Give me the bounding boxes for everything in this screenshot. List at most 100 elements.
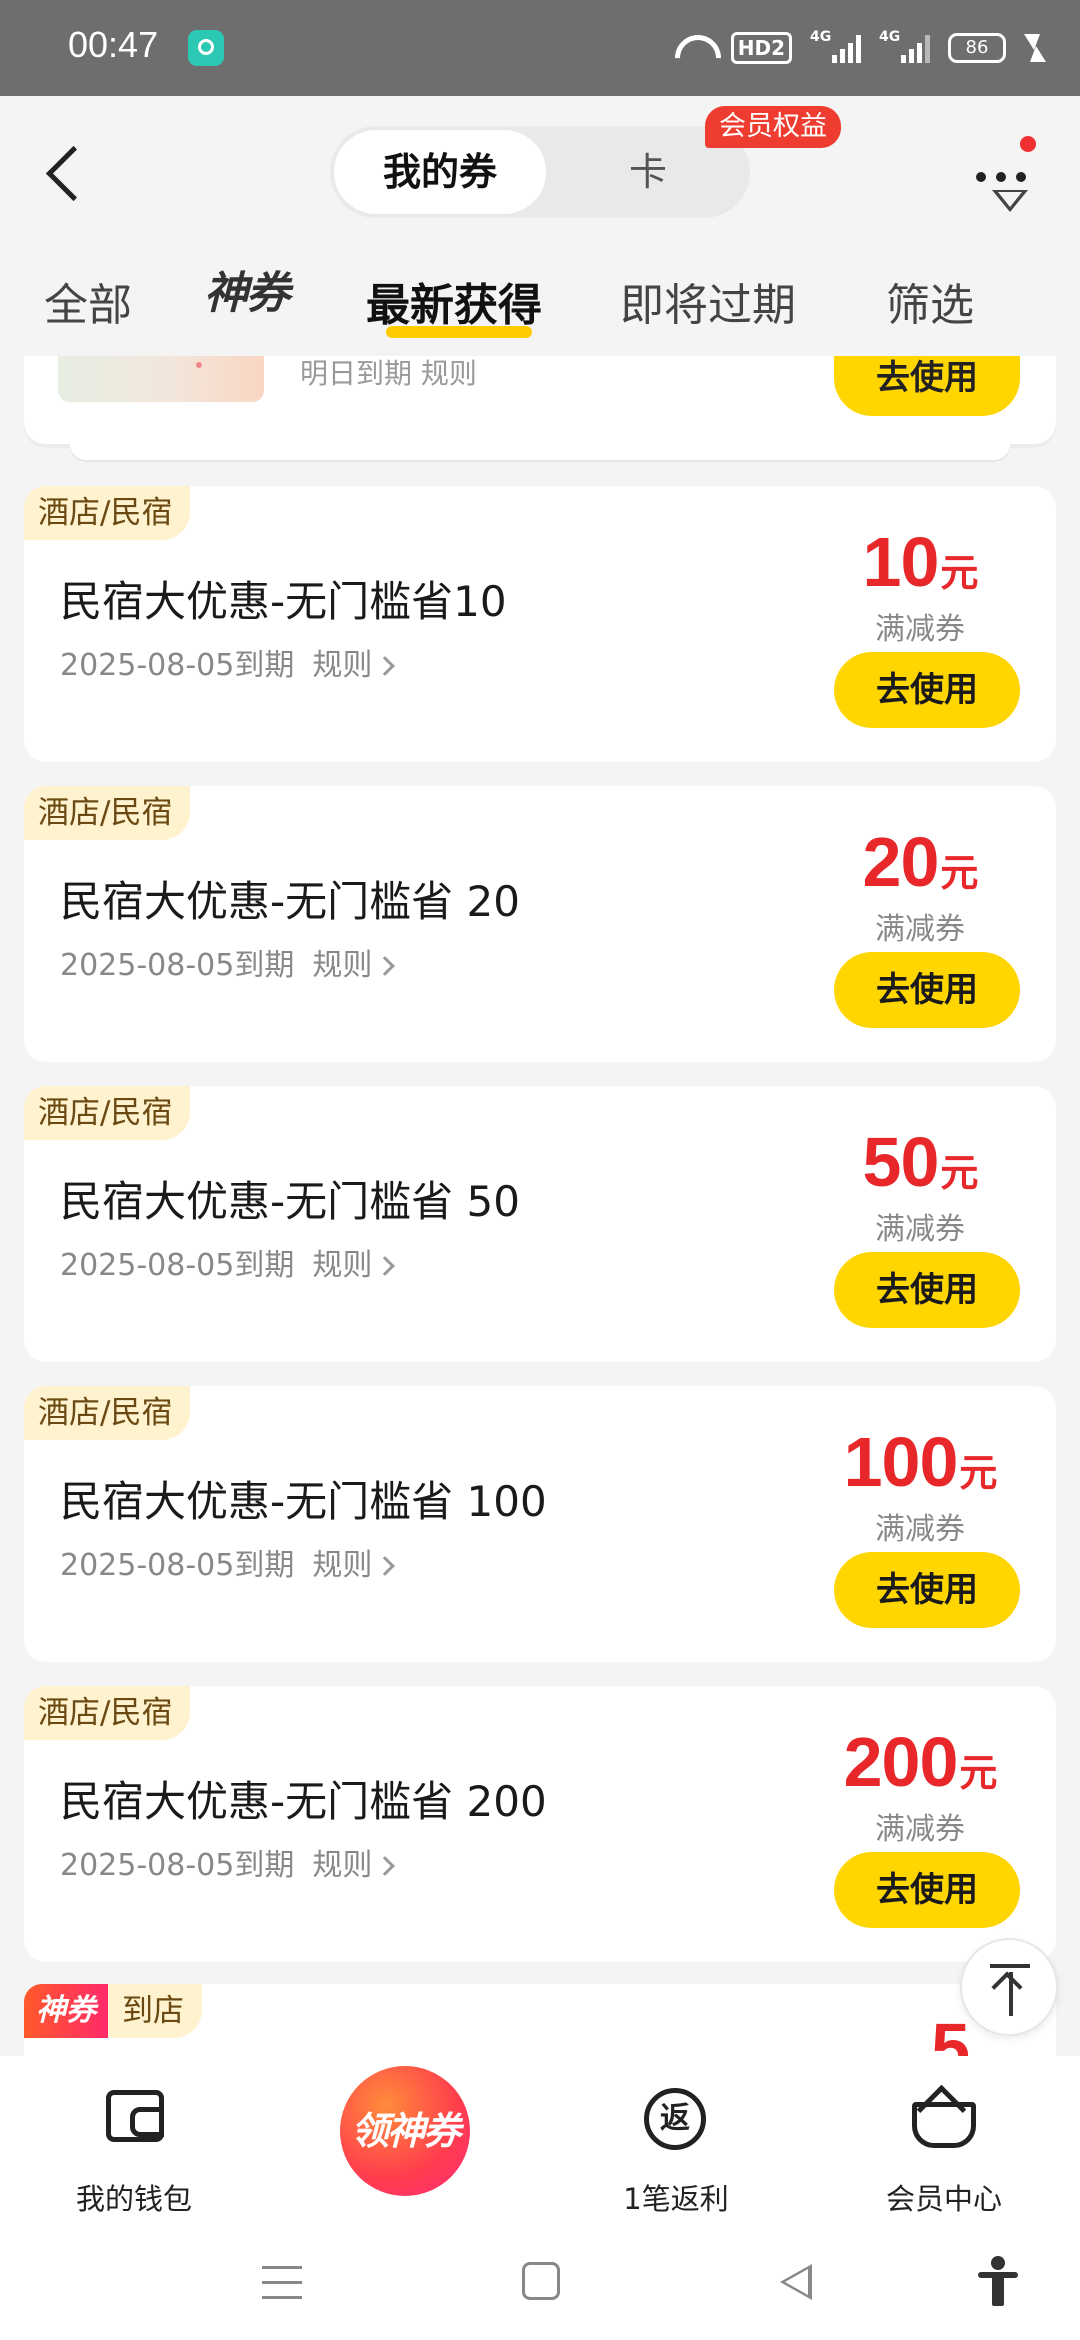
coupon-amount: 200元 bbox=[843, 1723, 998, 1801]
chevron-right-icon bbox=[375, 956, 396, 976]
rules-link[interactable]: 规则 bbox=[312, 1548, 372, 1583]
coupon-card[interactable]: 酒店/民宿 民宿大优惠-无门槛省 100 2025-08-05到期 规则 100元… bbox=[24, 1386, 1056, 1662]
coupon-expiry: 明日到期 规则 bbox=[300, 357, 477, 390]
network-label-2: 4G bbox=[879, 29, 901, 45]
battery-icon: 86 bbox=[948, 33, 1006, 63]
coupon-value: 100元 满减券 bbox=[820, 1422, 1020, 1550]
network-label: 4G bbox=[810, 29, 832, 45]
chevron-right-icon bbox=[375, 656, 396, 676]
wifi-icon bbox=[673, 33, 713, 63]
home-icon[interactable] bbox=[522, 2262, 560, 2300]
nav-rebate-label: 1笔返利 bbox=[623, 2182, 729, 2216]
coupon-amount: 5 bbox=[931, 2009, 970, 2056]
charging-icon bbox=[1024, 34, 1046, 62]
coupon-type: 满减券 bbox=[875, 1812, 965, 1847]
coupon-list: 明日到期 规则 去使用 酒店/民宿 民宿大优惠-无门槛省10 2025-08-0… bbox=[0, 356, 1080, 2056]
coupon-meta: 2025-08-05到期 规则 bbox=[60, 940, 396, 984]
rules-link[interactable]: 规则 bbox=[312, 1848, 372, 1883]
chevron-right-icon bbox=[375, 1556, 396, 1576]
coupon-thumbnail bbox=[58, 356, 264, 402]
member-benefits-badge[interactable]: 会员权益 bbox=[705, 106, 841, 148]
coupon-card[interactable]: 酒店/民宿 民宿大优惠-无门槛省 20 2025-08-05到期 规则 20元 满… bbox=[24, 786, 1056, 1062]
back-triangle-icon[interactable] bbox=[780, 2264, 812, 2300]
nav-wallet-label: 我的钱包 bbox=[75, 2182, 192, 2216]
scroll-to-top-button[interactable] bbox=[960, 1938, 1058, 2036]
coupon-tags: 神券 到店 bbox=[24, 1984, 202, 2038]
use-button[interactable]: 去使用 bbox=[834, 1852, 1020, 1928]
recent-apps-icon[interactable] bbox=[262, 2266, 302, 2300]
tab-filter[interactable]: 筛选 bbox=[886, 256, 974, 356]
coupon-type: 满减券 bbox=[875, 912, 965, 947]
super-coupon-tag: 神券 bbox=[24, 1984, 108, 2038]
category-tag: 酒店/民宿 bbox=[24, 1686, 191, 1740]
coupon-title: 民宿大优惠-无门槛省 50 bbox=[60, 1177, 520, 1226]
filter-icon[interactable] bbox=[990, 188, 1030, 228]
coupon-type: 满减券 bbox=[875, 1212, 965, 1247]
coupon-value: 20元 满减券 bbox=[820, 822, 1020, 950]
coupon-title: 民宿大优惠-无门槛省 100 bbox=[60, 1477, 547, 1526]
bottom-nav: 我的钱包 领神券 返 1笔返利 会员中心 bbox=[0, 2056, 1080, 2226]
signal-icon: 4G bbox=[810, 29, 861, 63]
rules-link[interactable]: 规则 bbox=[312, 648, 372, 683]
rules-link[interactable]: 规则 bbox=[312, 948, 372, 983]
status-time: 00:47 bbox=[68, 24, 159, 65]
segment-my-coupons[interactable]: 我的券 bbox=[334, 130, 546, 214]
wallet-icon bbox=[106, 2090, 164, 2142]
status-bar: 00:47 HD2 4G 4G 86 bbox=[0, 0, 1080, 96]
use-button[interactable]: 去使用 bbox=[834, 356, 1020, 416]
coupon-title: 民宿大优惠-无门槛省10 bbox=[60, 577, 507, 626]
use-button[interactable]: 去使用 bbox=[834, 952, 1020, 1028]
filter-tabs: 全部 神券 最新获得 即将过期 筛选 bbox=[0, 256, 1080, 356]
segment-control: 我的券 卡 bbox=[330, 126, 750, 218]
coupon-meta: 2025-08-05到期 规则 bbox=[60, 1840, 396, 1884]
in-store-tag: 到店 bbox=[108, 1984, 202, 2038]
category-tag: 酒店/民宿 bbox=[24, 486, 191, 540]
tab-expiring-soon[interactable]: 即将过期 bbox=[620, 256, 796, 356]
coupon-amount: 100元 bbox=[843, 1423, 998, 1501]
nav-member-label: 会员中心 bbox=[885, 2182, 1002, 2216]
tab-super-coupon[interactable]: 神券 bbox=[204, 244, 290, 344]
coupon-value: 200元 满减券 bbox=[820, 1722, 1020, 1850]
coupon-meta: 2025-08-05到期 规则 bbox=[60, 1540, 396, 1584]
coupon-card[interactable]: 酒店/民宿 民宿大优惠-无门槛省 200 2025-08-05到期 规则 200元… bbox=[24, 1686, 1056, 1962]
use-button[interactable]: 去使用 bbox=[834, 652, 1020, 728]
coupon-type: 满减券 bbox=[875, 1512, 965, 1547]
status-indicators: HD2 4G 4G 86 bbox=[673, 26, 1046, 70]
coupon-expiry: 2025-08-05到期 bbox=[60, 1848, 295, 1883]
chevron-right-icon bbox=[375, 1256, 396, 1276]
category-tag: 酒店/民宿 bbox=[24, 786, 191, 840]
coupon-value: 10元 满减券 bbox=[820, 522, 1020, 650]
rules-link[interactable]: 规则 bbox=[312, 1248, 372, 1283]
coupon-meta: 2025-08-05到期 规则 bbox=[60, 640, 396, 684]
coupon-card-partial-bottom[interactable]: 神券 到店 5 bbox=[24, 1984, 1056, 2056]
coupon-expiry: 2025-08-05到期 bbox=[60, 648, 295, 683]
coupon-amount: 50元 bbox=[862, 1123, 979, 1201]
coupon-card-partial[interactable]: 明日到期 规则 去使用 bbox=[24, 356, 1056, 460]
coupon-title: 民宿大优惠-无门槛省 200 bbox=[60, 1777, 547, 1826]
category-tag: 酒店/民宿 bbox=[24, 1386, 191, 1440]
stack-shadow bbox=[70, 444, 1010, 460]
signal-icon-2: 4G bbox=[879, 29, 930, 63]
coupon-value: 50元 满减券 bbox=[820, 1122, 1020, 1250]
coupon-type: 满减券 bbox=[875, 612, 965, 647]
tab-all[interactable]: 全部 bbox=[44, 256, 132, 356]
get-super-coupon-button[interactable]: 领神券 bbox=[340, 2066, 470, 2196]
tab-newest[interactable]: 最新获得 bbox=[366, 256, 542, 356]
coupon-card[interactable]: 酒店/民宿 民宿大优惠-无门槛省 50 2025-08-05到期 规则 50元 满… bbox=[24, 1086, 1056, 1362]
chevron-right-icon bbox=[375, 1856, 396, 1876]
rebate-icon: 返 bbox=[644, 2088, 706, 2150]
use-button[interactable]: 去使用 bbox=[834, 1552, 1020, 1628]
crown-basket-icon bbox=[912, 2092, 976, 2148]
category-tag: 酒店/民宿 bbox=[24, 1086, 191, 1140]
header: 我的券 卡 会员权益 全部 神券 最新获得 即将过期 筛选 bbox=[0, 96, 1080, 356]
accessibility-icon[interactable] bbox=[978, 2256, 1018, 2306]
coupon-amount: 20元 bbox=[862, 823, 979, 901]
coupon-amount: 10元 bbox=[862, 523, 979, 601]
coupon-expiry: 2025-08-05到期 bbox=[60, 1548, 295, 1583]
coupon-expiry: 2025-08-05到期 bbox=[60, 948, 295, 983]
coupon-card[interactable]: 酒店/民宿 民宿大优惠-无门槛省10 2025-08-05到期 规则 10元 满减… bbox=[24, 486, 1056, 762]
app-notification-icon bbox=[188, 30, 224, 66]
back-button[interactable] bbox=[40, 140, 100, 210]
use-button[interactable]: 去使用 bbox=[834, 1252, 1020, 1328]
coupon-meta: 2025-08-05到期 规则 bbox=[60, 1240, 396, 1284]
